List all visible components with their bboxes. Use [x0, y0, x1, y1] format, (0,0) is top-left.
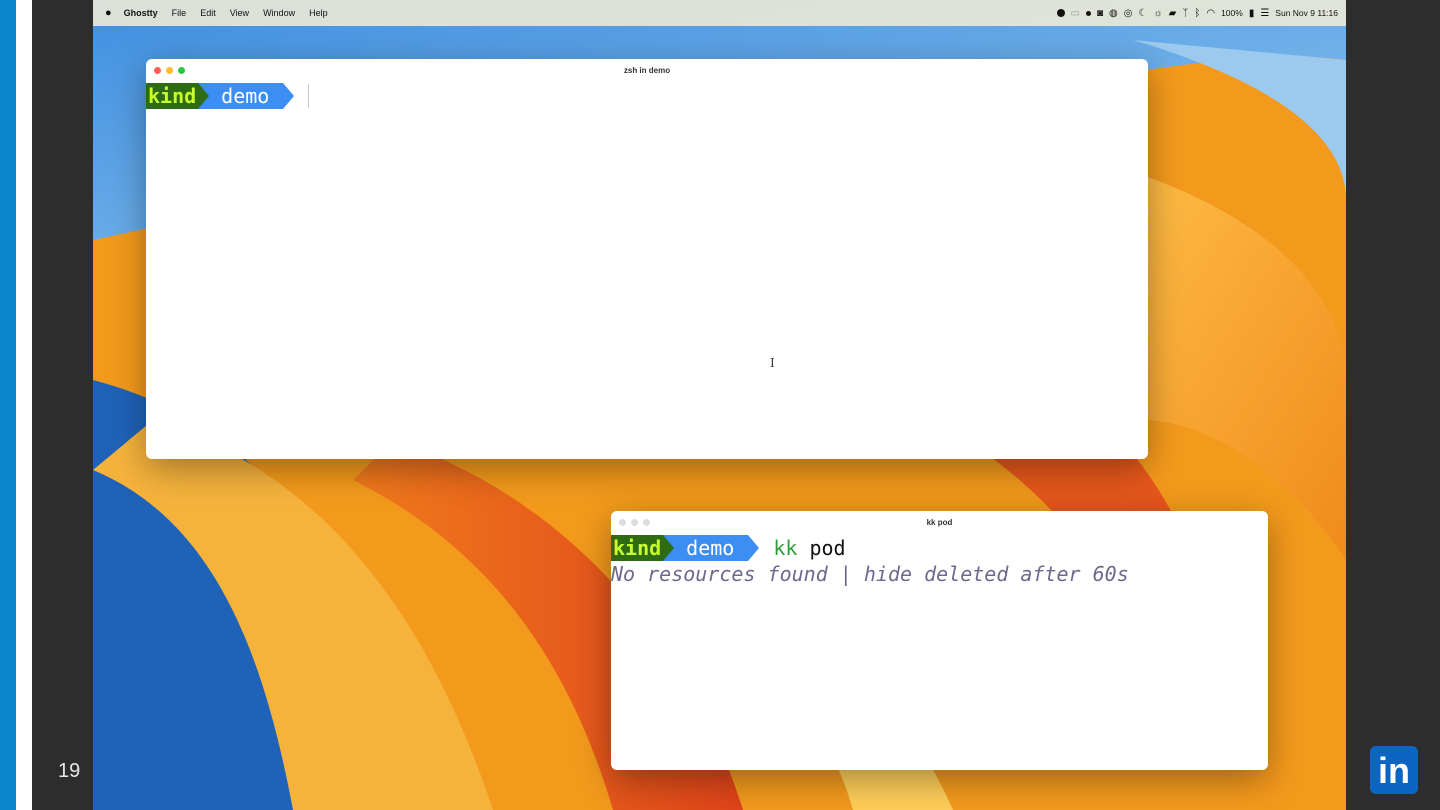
- wifi-icon[interactable]: ◠: [1206, 8, 1215, 19]
- menu-window[interactable]: Window: [263, 8, 295, 18]
- prompt-end-icon: [748, 535, 760, 561]
- screen-icon[interactable]: ▭: [1071, 8, 1080, 19]
- prompt-context: kind: [146, 83, 199, 109]
- slide-margin: [16, 0, 32, 810]
- app-menu[interactable]: Ghostty: [124, 8, 158, 18]
- command-argument: pod: [809, 536, 846, 560]
- prompt-namespace: demo: [209, 83, 284, 109]
- menu-help[interactable]: Help: [309, 8, 328, 18]
- window-titlebar[interactable]: zsh in demo: [146, 59, 1148, 81]
- window-title: kk pod: [926, 517, 953, 527]
- slide-left-panel: [32, 0, 93, 810]
- control-center-icon[interactable]: ☰: [1260, 8, 1269, 19]
- prompt-line: kind demo kk pod: [611, 535, 1268, 561]
- prompt-end-icon: [283, 83, 295, 109]
- prompt-line: kind demo: [146, 83, 1148, 109]
- slide-number: 19: [58, 760, 81, 782]
- bluetooth-icon[interactable]: ᛒ: [1194, 8, 1200, 19]
- docker-icon[interactable]: ▰: [1169, 8, 1177, 19]
- slide-right-panel: [1346, 0, 1440, 810]
- command-output: No resources found | hide deleted after …: [611, 562, 1129, 586]
- prompt-namespace: demo: [674, 535, 749, 561]
- battery-percent: 100%: [1221, 8, 1243, 18]
- battery-icon[interactable]: ▮: [1249, 8, 1255, 19]
- camera-icon[interactable]: ◙: [1097, 8, 1103, 19]
- text-cursor: [308, 84, 310, 108]
- command-text: kk: [773, 536, 798, 560]
- desktop: ● Ghostty File Edit View Window Help ▭ ◙…: [93, 0, 1346, 810]
- globe-icon[interactable]: ◍: [1109, 8, 1118, 19]
- window-title: zsh in demo: [623, 65, 671, 75]
- moon-icon[interactable]: ☾: [1138, 8, 1147, 19]
- linkedin-logo: in: [1370, 746, 1418, 794]
- menu-view[interactable]: View: [230, 8, 249, 18]
- apple-menu-icon[interactable]: ●: [105, 7, 112, 19]
- window-titlebar[interactable]: kk pod: [611, 511, 1268, 533]
- brightness-icon[interactable]: ☼: [1153, 8, 1162, 19]
- menu-clock[interactable]: Sun Nov 9 11:16: [1275, 8, 1338, 18]
- prompt-context: kind: [611, 535, 664, 561]
- terminal-window-top[interactable]: zsh in demo kind demo I: [146, 59, 1148, 459]
- prompt-separator-icon: [663, 535, 675, 561]
- record-icon[interactable]: [1056, 9, 1065, 17]
- sync-icon[interactable]: ◎: [1124, 8, 1133, 19]
- prompt-separator-icon: [198, 83, 210, 109]
- ibeam-cursor-icon: I: [770, 356, 775, 370]
- menu-bar: ● Ghostty File Edit View Window Help ▭ ◙…: [93, 0, 1346, 26]
- linkedin-logo-text: in: [1378, 750, 1410, 791]
- terminal-window-bottom[interactable]: kk pod kind demo kk pod No resources fou…: [611, 511, 1268, 770]
- menu-file[interactable]: File: [172, 8, 187, 18]
- status-dot-icon[interactable]: [1085, 10, 1091, 16]
- menu-edit[interactable]: Edit: [200, 8, 216, 18]
- status-area: ▭ ◙ ◍ ◎ ☾ ☼ ▰ ᛉ ᛒ ◠ 100% ▮ ☰ Sun Nov 9 1…: [1056, 0, 1338, 26]
- slide-accent-bar: [0, 0, 16, 810]
- antenna-icon[interactable]: ᛉ: [1182, 8, 1188, 19]
